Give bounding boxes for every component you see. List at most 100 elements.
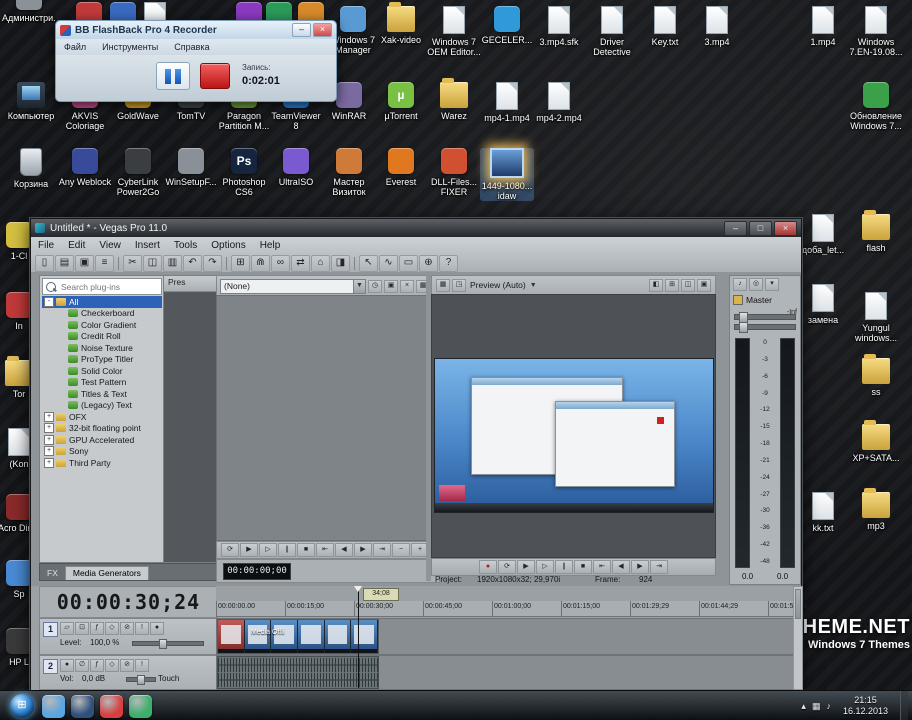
desktop-icon-warez[interactable]: Warez [427,78,481,121]
maximize-icon[interactable]: □ [749,220,772,236]
previous-frame-button[interactable]: ◀ [335,543,353,557]
close-icon[interactable]: × [313,23,332,37]
pause-button[interactable]: ∥ [555,560,573,574]
expander-icon[interactable]: + [44,434,54,445]
desktop-icon-geceler[interactable]: GECELER... [480,6,534,45]
tree-item-32-bit-floating-point[interactable]: +32-bit floating point [42,423,162,435]
tree-item-sony[interactable]: + Sony [42,446,162,458]
audio-track-lane[interactable] [216,655,795,690]
pause-recording-button[interactable] [156,62,190,90]
desktop-icon-windows-7-en-19-08[interactable]: Windows 7.EN-19.08... [849,6,903,57]
desktop-icon-any-weblock[interactable]: Any Weblock [58,148,112,187]
normal-edit-tool-icon[interactable]: ↖ [359,254,378,272]
stop-button[interactable]: ■ [574,560,592,574]
desktop-icon-мастер-визиток[interactable]: Мастер Визиток [322,148,376,197]
mute-output-icon[interactable]: ♪ [733,278,747,291]
tree-item-credit-roll[interactable]: Credit Roll [42,331,162,343]
taskbar-clock[interactable]: 21:15 16.12.2013 [837,695,894,717]
redo-icon[interactable]: ↷ [203,254,222,272]
menu-item-инструменты[interactable]: Инструменты [94,42,166,52]
overlays-grid-icon[interactable]: ⊞ [665,278,679,292]
go-to-end-button[interactable]: ⇥ [373,543,391,557]
track-fx[interactable]: ƒ [90,659,104,672]
timeline-scrollbar[interactable] [793,586,803,690]
undo-icon[interactable]: ↶ [183,254,202,272]
cut-icon[interactable]: ✂ [123,254,142,272]
video-event-clip[interactable] [217,619,379,654]
go-to-end-button[interactable]: ⇥ [650,560,668,574]
tab-fx[interactable]: FX [40,567,65,580]
show-desktop-button[interactable] [900,691,908,720]
trimmer-icon[interactable]: ⊞ [231,254,250,272]
audio-event-clip[interactable] [217,656,379,689]
desktop-icon-torrent[interactable]: µ μTorrent [374,82,428,121]
mute[interactable]: ⊘ [120,622,134,635]
menu-item-file[interactable]: File [31,240,61,251]
pause-button[interactable]: ∥ [278,543,296,557]
plugin-search-box[interactable] [42,278,162,295]
desktop-icon-kk-txt[interactable]: kk.txt [796,492,850,533]
desktop-icon-key-txt[interactable]: Key.txt [638,6,692,47]
desktop-icon-1-mp4[interactable]: 1.mp4 [796,6,850,47]
tree-item-test-pattern[interactable]: Test Pattern [42,377,162,389]
auto-ripple-icon[interactable]: ⇄ [291,254,310,272]
tree-item-ofx[interactable]: + OFX [42,411,162,423]
menu-item-справка[interactable]: Справка [166,42,217,52]
desktop-icon-yungul-windows[interactable]: Yungul windows... [849,292,903,343]
copy-snapshot-icon[interactable]: ◫ [681,278,695,292]
preset-dropdown[interactable]: (None) ▼ [220,278,366,294]
save-preset-icon[interactable]: ▣ [384,279,398,293]
level-slider[interactable] [132,639,204,649]
tree-item-all[interactable]: - All [42,296,162,308]
generator-preview-area[interactable] [216,295,428,541]
menu-item-файл[interactable]: Файл [56,42,94,52]
animate-toggle-icon[interactable]: ◷ [368,279,382,293]
desktop-icon-доба-let[interactable]: доба_let... [796,214,850,255]
menu-item-help[interactable]: Help [253,240,288,251]
automation-mode-dropdown[interactable]: Touch [158,674,179,683]
zoom-out-button[interactable]: − [392,543,410,557]
lock-envelopes-icon[interactable]: ⌂ [311,254,330,272]
minimize-icon[interactable]: – [292,23,311,37]
video-track-header[interactable]: 1 ▱ ⊡ ƒ ◇ ⊘! ● Level: 100,0 % [39,618,218,655]
desktop-icon-ultraiso[interactable]: UltraISO [269,148,323,187]
save-snapshot-icon[interactable]: ▣ [697,278,711,292]
pan-slider[interactable] [126,675,156,685]
zoom-edit-tool-icon[interactable]: ⊕ [419,254,438,272]
desktop-icon-everest[interactable]: Everest [374,148,428,187]
next-frame-button[interactable]: ▶ [631,560,649,574]
go-to-start-button[interactable]: ⇤ [316,543,334,557]
tree-item-protype-titler[interactable]: ProType Titler [42,354,162,366]
save-project-icon[interactable]: ▣ [75,254,94,272]
paste-icon[interactable]: ▥ [163,254,182,272]
network-icon[interactable]: ▦ [812,701,821,712]
stop-button[interactable]: ■ [297,543,315,557]
play-from-start-button[interactable]: ▶ [517,560,535,574]
start-button[interactable]: ⊞ [10,694,34,718]
open-project-icon[interactable]: ▤ [55,254,74,272]
panel-splitter[interactable] [716,275,729,581]
taskbar-app-icon-3[interactable] [100,694,123,718]
desktop-icon-замена[interactable]: замена [796,284,850,325]
tree-item-gpu-accelerated[interactable]: + GPU Accelerated [42,434,162,446]
flashback-title-bar[interactable]: BB FlashBack Pro 4 Recorder – × [56,21,336,39]
menu-item-view[interactable]: View [92,240,128,251]
desktop-icon-ss[interactable]: ss [849,354,903,397]
desktop-icon-администри[interactable]: Администри... [2,0,56,23]
timeline-cursor[interactable] [354,586,362,688]
invert-phase[interactable]: ∅ [75,659,89,672]
taskbar-app-icon-2[interactable] [71,694,94,718]
meter-options-icon[interactable]: ▾ [765,278,779,291]
preview-quality-dropdown[interactable]: Preview (Auto) [470,280,526,290]
menu-item-edit[interactable]: Edit [61,240,92,251]
taskbar-app-icon-4[interactable] [129,694,152,718]
hidden-icons-icon[interactable]: ▴ [801,701,806,712]
desktop-icon-mp3[interactable]: mp3 [849,488,903,531]
solo[interactable]: ! [135,659,149,672]
play-from-start-button[interactable]: ▶ [240,543,258,557]
timeline-timecode-display[interactable]: 00:00:30;24 [39,586,218,618]
new-project-icon[interactable]: ▯ [35,254,54,272]
track-motion[interactable]: ⊡ [75,622,89,635]
track-number[interactable]: 1 [43,622,58,637]
loop-playback-button[interactable]: ⟳ [498,560,516,574]
